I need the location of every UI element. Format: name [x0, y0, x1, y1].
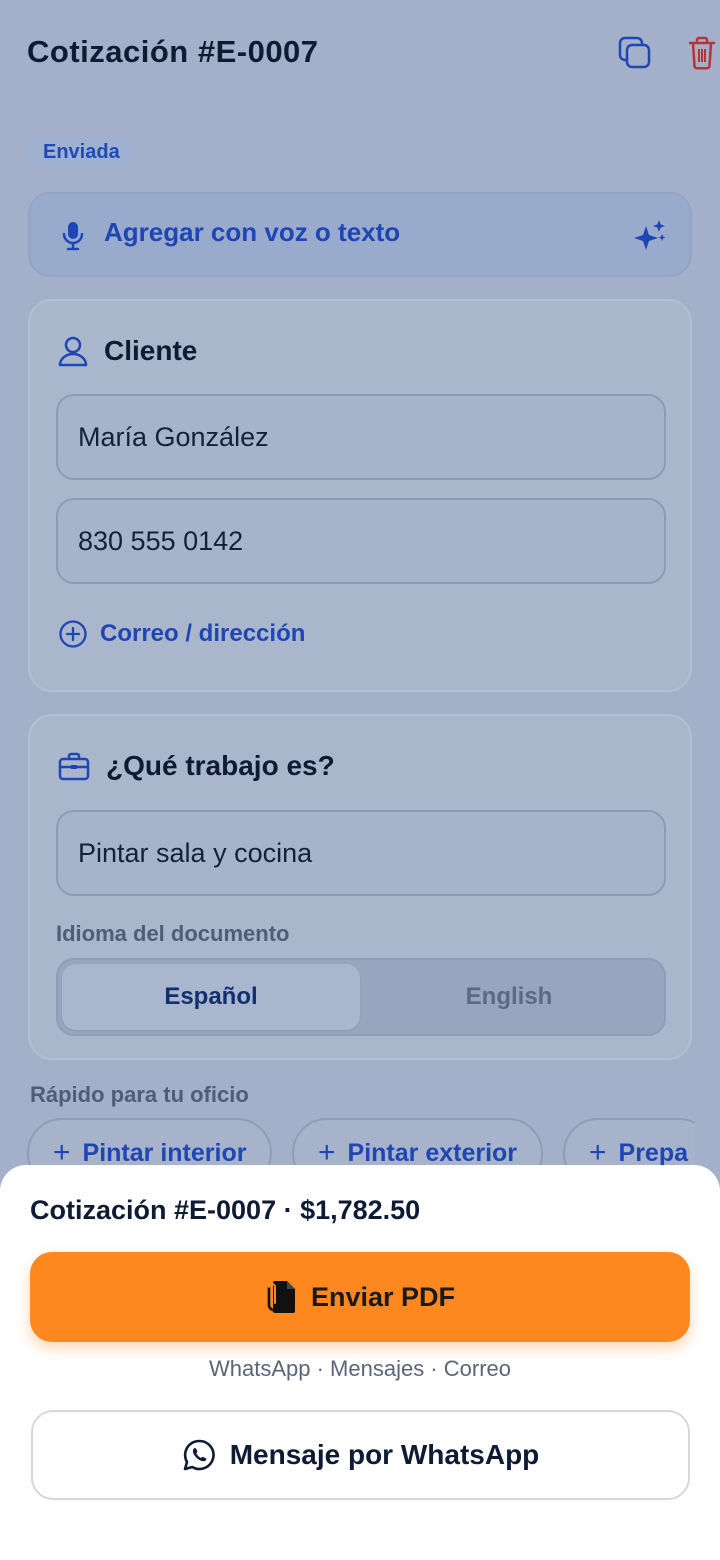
- trash-icon: [688, 36, 716, 70]
- header: Cotización #E-0007: [0, 0, 720, 110]
- chip-label: Pintar exterior: [347, 1139, 518, 1166]
- voice-text-input-button[interactable]: Agregar con voz o texto: [28, 192, 692, 277]
- plus-icon: +: [589, 1136, 607, 1167]
- plus-icon: +: [53, 1136, 71, 1167]
- client-card: Cliente María González 830 555 0142 Corr…: [28, 299, 692, 692]
- status-badge: Enviada: [27, 134, 136, 170]
- voice-input-label: Agregar con voz o texto: [104, 217, 401, 247]
- document-language-toggle: Español English: [56, 958, 666, 1036]
- chip-prepa[interactable]: + Prepa: [563, 1118, 695, 1166]
- whatsapp-icon: [183, 1439, 215, 1471]
- add-email-address-button[interactable]: Correo / dirección: [58, 619, 305, 649]
- client-card-title: Cliente: [104, 335, 198, 366]
- send-bottom-sheet: Cotización #E-0007 · $1,782.50 Enviar PD…: [0, 1165, 720, 1560]
- duplicate-button[interactable]: [613, 31, 657, 75]
- client-phone-field[interactable]: 830 555 0142: [56, 498, 666, 584]
- quote-detail-screen: Cotización #E-0007 Enviada Agregar con v…: [0, 0, 720, 1560]
- send-channels-text: WhatsApp · Mensajes · Correo: [209, 1356, 511, 1381]
- quick-trades-label: Rápido para tu oficio: [30, 1082, 249, 1107]
- plus-icon: +: [318, 1136, 336, 1167]
- plus-circle-icon: [59, 620, 87, 648]
- document-language-label: Idioma del documento: [56, 921, 290, 946]
- add-email-address-label: Correo / dirección: [100, 620, 306, 647]
- chip-pintar-exterior[interactable]: + Pintar exterior: [292, 1118, 544, 1167]
- send-pdf-button[interactable]: Enviar PDF: [30, 1252, 690, 1342]
- delete-button[interactable]: [680, 31, 720, 75]
- whatsapp-message-button[interactable]: Mensaje por WhatsApp: [31, 1410, 690, 1500]
- quick-trades-chips: + Pintar interior + Pintar exterior + Pr…: [0, 1118, 695, 1166]
- client-card-header: Cliente: [58, 335, 197, 367]
- whatsapp-button-label: Mensaje por WhatsApp: [229, 1439, 540, 1470]
- quote-summary: Cotización #E-0007 · $1,782.50: [30, 1195, 421, 1225]
- copy-icon: [618, 36, 651, 69]
- language-option-spanish[interactable]: Español: [62, 964, 360, 1030]
- chip-pintar-interior[interactable]: + Pintar interior: [27, 1118, 273, 1167]
- user-icon: [58, 336, 88, 367]
- microphone-icon: [62, 222, 84, 251]
- job-description-field[interactable]: Pintar sala y cocina: [56, 810, 666, 896]
- language-option-english[interactable]: English: [360, 964, 658, 1030]
- chip-label: Pintar interior: [82, 1139, 247, 1166]
- briefcase-icon: [58, 752, 90, 781]
- chip-label: Prepa: [618, 1139, 689, 1166]
- page-title: Cotización #E-0007: [27, 34, 319, 69]
- send-pdf-label: Enviar PDF: [310, 1281, 456, 1312]
- sparkles-icon: [634, 220, 666, 250]
- job-card-header: ¿Qué trabajo es?: [58, 750, 335, 782]
- job-card-title: ¿Qué trabajo es?: [106, 750, 335, 781]
- pdf-document-icon: [267, 1281, 295, 1313]
- client-name-field[interactable]: María González: [56, 394, 666, 480]
- job-card: ¿Qué trabajo es? Pintar sala y cocina Id…: [28, 714, 692, 1060]
